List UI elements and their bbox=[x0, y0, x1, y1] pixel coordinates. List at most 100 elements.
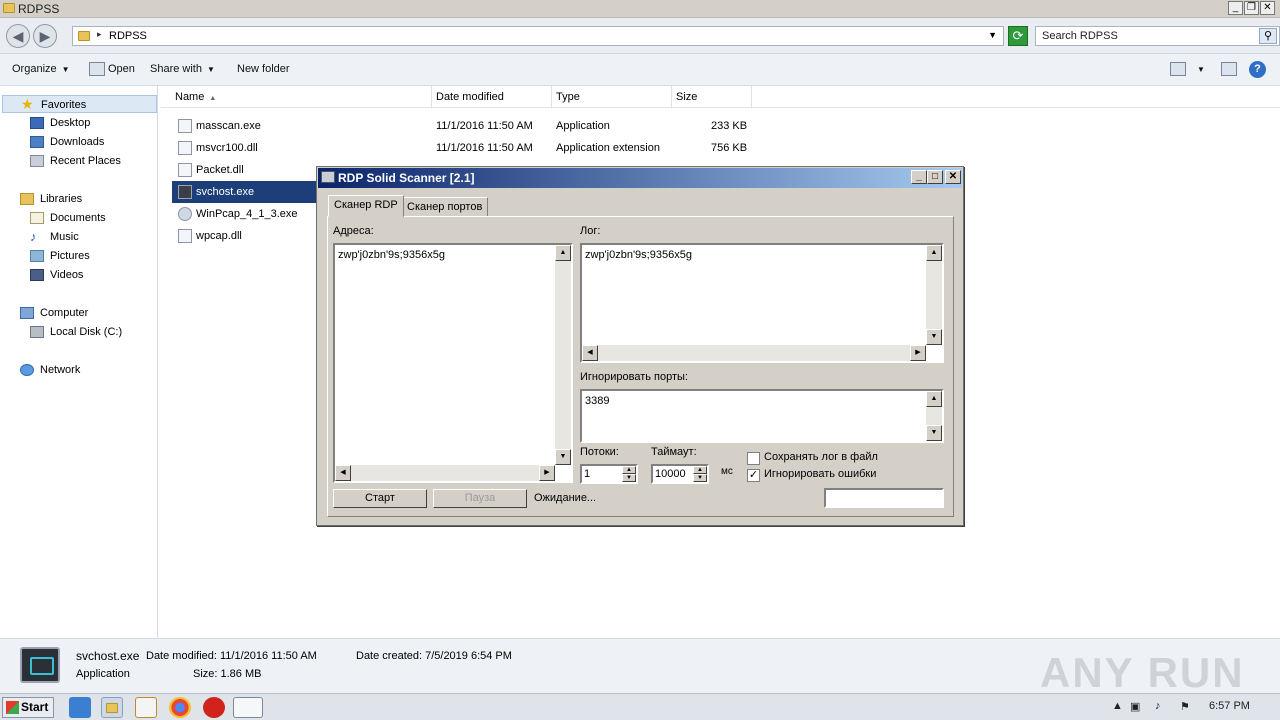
details-date-created: Date created: 7/5/2019 6:54 PM bbox=[356, 650, 512, 662]
increment-icon[interactable]: ▲ bbox=[693, 466, 707, 474]
scroll-up-icon[interactable]: ▲ bbox=[926, 391, 942, 407]
file-date: 11/1/2016 11:50 AM bbox=[436, 120, 533, 132]
media-player-icon[interactable] bbox=[135, 697, 157, 718]
share-with-button[interactable]: Share with ▼ bbox=[150, 63, 215, 75]
close-button[interactable]: ✕ bbox=[1260, 1, 1275, 15]
scroll-left-icon[interactable]: ◀ bbox=[582, 345, 598, 361]
save-log-checkbox[interactable] bbox=[747, 452, 760, 465]
clock[interactable]: 6:57 PM bbox=[1209, 700, 1250, 712]
flag-icon[interactable]: ⚑ bbox=[1180, 700, 1190, 713]
column-headers: Name ▲ Date modified Type Size bbox=[161, 86, 1280, 108]
addresses-textarea[interactable]: zwp'j0zbn'9s;9356x5g ▲ ▼ ◀ ▶ bbox=[333, 243, 573, 483]
file-row[interactable]: WinPcap_4_1_3.exe bbox=[172, 203, 317, 225]
ignore-ports-textarea[interactable]: 3389 ▲ ▼ bbox=[580, 389, 944, 443]
dialog-maximize-button[interactable]: □ bbox=[927, 170, 943, 184]
decrement-icon[interactable]: ▼ bbox=[693, 474, 707, 482]
refresh-icon[interactable]: ⟳ bbox=[1008, 26, 1028, 46]
new-folder-button[interactable]: New folder bbox=[237, 63, 290, 75]
column-date-modified[interactable]: Date modified bbox=[432, 86, 552, 108]
scroll-down-icon[interactable]: ▼ bbox=[926, 329, 942, 345]
horizontal-scrollbar[interactable]: ◀ ▶ bbox=[335, 465, 555, 481]
videos-icon bbox=[30, 269, 44, 281]
scroll-left-icon[interactable]: ◀ bbox=[335, 465, 351, 481]
vertical-scrollbar[interactable]: ▲ ▼ bbox=[926, 245, 942, 345]
scanner-dialog: RDP Solid Scanner [2.1] _ □ ✕ Сканер RDP… bbox=[316, 166, 964, 526]
back-button[interactable]: ◀ bbox=[6, 24, 30, 48]
scanner-taskbar-icon[interactable] bbox=[233, 697, 263, 718]
start-button[interactable]: Start bbox=[2, 697, 54, 718]
open-button[interactable]: Open bbox=[108, 63, 135, 75]
svchost-app-icon bbox=[20, 647, 60, 683]
ie-icon[interactable] bbox=[69, 697, 91, 718]
forward-button[interactable]: ▶ bbox=[33, 24, 57, 48]
file-date: 11/1/2016 11:50 AM bbox=[436, 142, 533, 154]
timeout-stepper[interactable]: 10000 ▲ ▼ bbox=[651, 464, 709, 484]
scroll-down-icon[interactable]: ▼ bbox=[555, 449, 571, 465]
timeout-unit: мс bbox=[721, 466, 733, 477]
dialog-close-button[interactable]: ✕ bbox=[945, 170, 961, 184]
command-bar: Organize ▼ Open Share with ▼ New folder ▼ … bbox=[0, 54, 1280, 86]
file-row[interactable]: msvcr100.dll bbox=[172, 137, 317, 159]
tab-port-scanner[interactable]: Сканер портов bbox=[401, 197, 489, 217]
threads-stepper[interactable]: 1 ▲ ▼ bbox=[580, 464, 638, 484]
restore-button[interactable]: ❐ bbox=[1244, 1, 1259, 15]
column-name[interactable]: Name ▲ bbox=[161, 86, 432, 108]
volume-icon[interactable]: ♪ bbox=[1155, 700, 1161, 712]
opera-icon[interactable] bbox=[203, 697, 225, 718]
address-field[interactable]: ▸ RDPSS ▼ bbox=[72, 26, 1004, 46]
scroll-right-icon[interactable]: ▶ bbox=[539, 465, 555, 481]
file-row[interactable]: wpcap.dll bbox=[172, 225, 317, 247]
search-input[interactable]: Search RDPSS ⚲ bbox=[1035, 26, 1280, 46]
exe-icon bbox=[178, 119, 192, 133]
file-size: 756 KB bbox=[711, 142, 748, 154]
file-row-selected[interactable]: svchost.exe bbox=[172, 181, 317, 203]
decrement-icon[interactable]: ▼ bbox=[622, 474, 636, 482]
documents-icon bbox=[30, 212, 44, 224]
timeout-label: Таймаут: bbox=[651, 446, 697, 458]
start-button[interactable]: Старт bbox=[333, 489, 427, 508]
dialog-titlebar[interactable]: RDP Solid Scanner [2.1] _ □ ✕ bbox=[318, 168, 962, 188]
tab-rdp-scanner[interactable]: Сканер RDP bbox=[328, 195, 404, 217]
breadcrumb-chevron-icon[interactable]: ▸ bbox=[97, 29, 102, 40]
details-pane: svchost.exe Date modified: 11/1/2016 11:… bbox=[0, 638, 1280, 696]
file-row[interactable]: Packet.dll bbox=[172, 159, 317, 181]
scroll-down-icon[interactable]: ▼ bbox=[926, 425, 942, 441]
network-icon bbox=[20, 364, 34, 376]
help-icon[interactable]: ? bbox=[1249, 61, 1266, 78]
scroll-up-icon[interactable]: ▲ bbox=[555, 245, 571, 261]
explorer-icon[interactable] bbox=[101, 697, 123, 718]
scroll-right-icon[interactable]: ▶ bbox=[910, 345, 926, 361]
vertical-scrollbar[interactable]: ▲ ▼ bbox=[555, 245, 571, 465]
breadcrumb[interactable]: RDPSS bbox=[109, 30, 147, 42]
organize-button[interactable]: Organize ▼ bbox=[12, 63, 70, 75]
music-icon: ♪ bbox=[30, 229, 37, 244]
chrome-icon[interactable] bbox=[169, 697, 191, 718]
navigation-pane: ★ Favorites Desktop Downloads Recent Pla… bbox=[0, 86, 158, 638]
address-bar-area: ◀ ▶ ▸ RDPSS ▼ ⟳ Search RDPSS ⚲ bbox=[0, 18, 1280, 54]
scroll-up-icon[interactable]: ▲ bbox=[926, 245, 942, 261]
search-icon[interactable]: ⚲ bbox=[1259, 28, 1277, 44]
pause-button[interactable]: Пауза bbox=[433, 489, 527, 508]
network-tray-icon[interactable]: ▣ bbox=[1130, 700, 1140, 713]
chevron-down-icon[interactable]: ▼ bbox=[988, 30, 997, 40]
dialog-minimize-button[interactable]: _ bbox=[911, 170, 927, 184]
vertical-scrollbar[interactable]: ▲ ▼ bbox=[926, 391, 942, 441]
file-row[interactable]: masscan.exe bbox=[172, 115, 317, 137]
show-hidden-icons-icon[interactable]: ▲ bbox=[1112, 700, 1123, 712]
increment-icon[interactable]: ▲ bbox=[622, 466, 636, 474]
desktop-icon bbox=[30, 117, 44, 129]
log-textarea[interactable]: zwp'j0zbn'9s;9356x5g ▲ ▼ ◀ ▶ bbox=[580, 243, 944, 363]
dll-icon bbox=[178, 163, 192, 177]
nav-item-favorites[interactable]: ★ Favorites bbox=[2, 95, 157, 113]
chevron-down-icon[interactable]: ▼ bbox=[1197, 65, 1205, 74]
view-options-icon[interactable] bbox=[1170, 62, 1186, 76]
preview-pane-icon[interactable] bbox=[1221, 62, 1237, 76]
ignore-ports-label: Игнорировать порты: bbox=[580, 371, 688, 383]
horizontal-scrollbar[interactable]: ◀ ▶ bbox=[582, 345, 926, 361]
addresses-label: Адреса: bbox=[333, 225, 374, 237]
column-type[interactable]: Type bbox=[552, 86, 672, 108]
column-size[interactable]: Size bbox=[672, 86, 752, 108]
minimize-button[interactable]: _ bbox=[1228, 1, 1243, 15]
ignore-errors-checkbox[interactable]: ✓ bbox=[747, 469, 760, 482]
window-title: RDPSS bbox=[18, 2, 60, 16]
